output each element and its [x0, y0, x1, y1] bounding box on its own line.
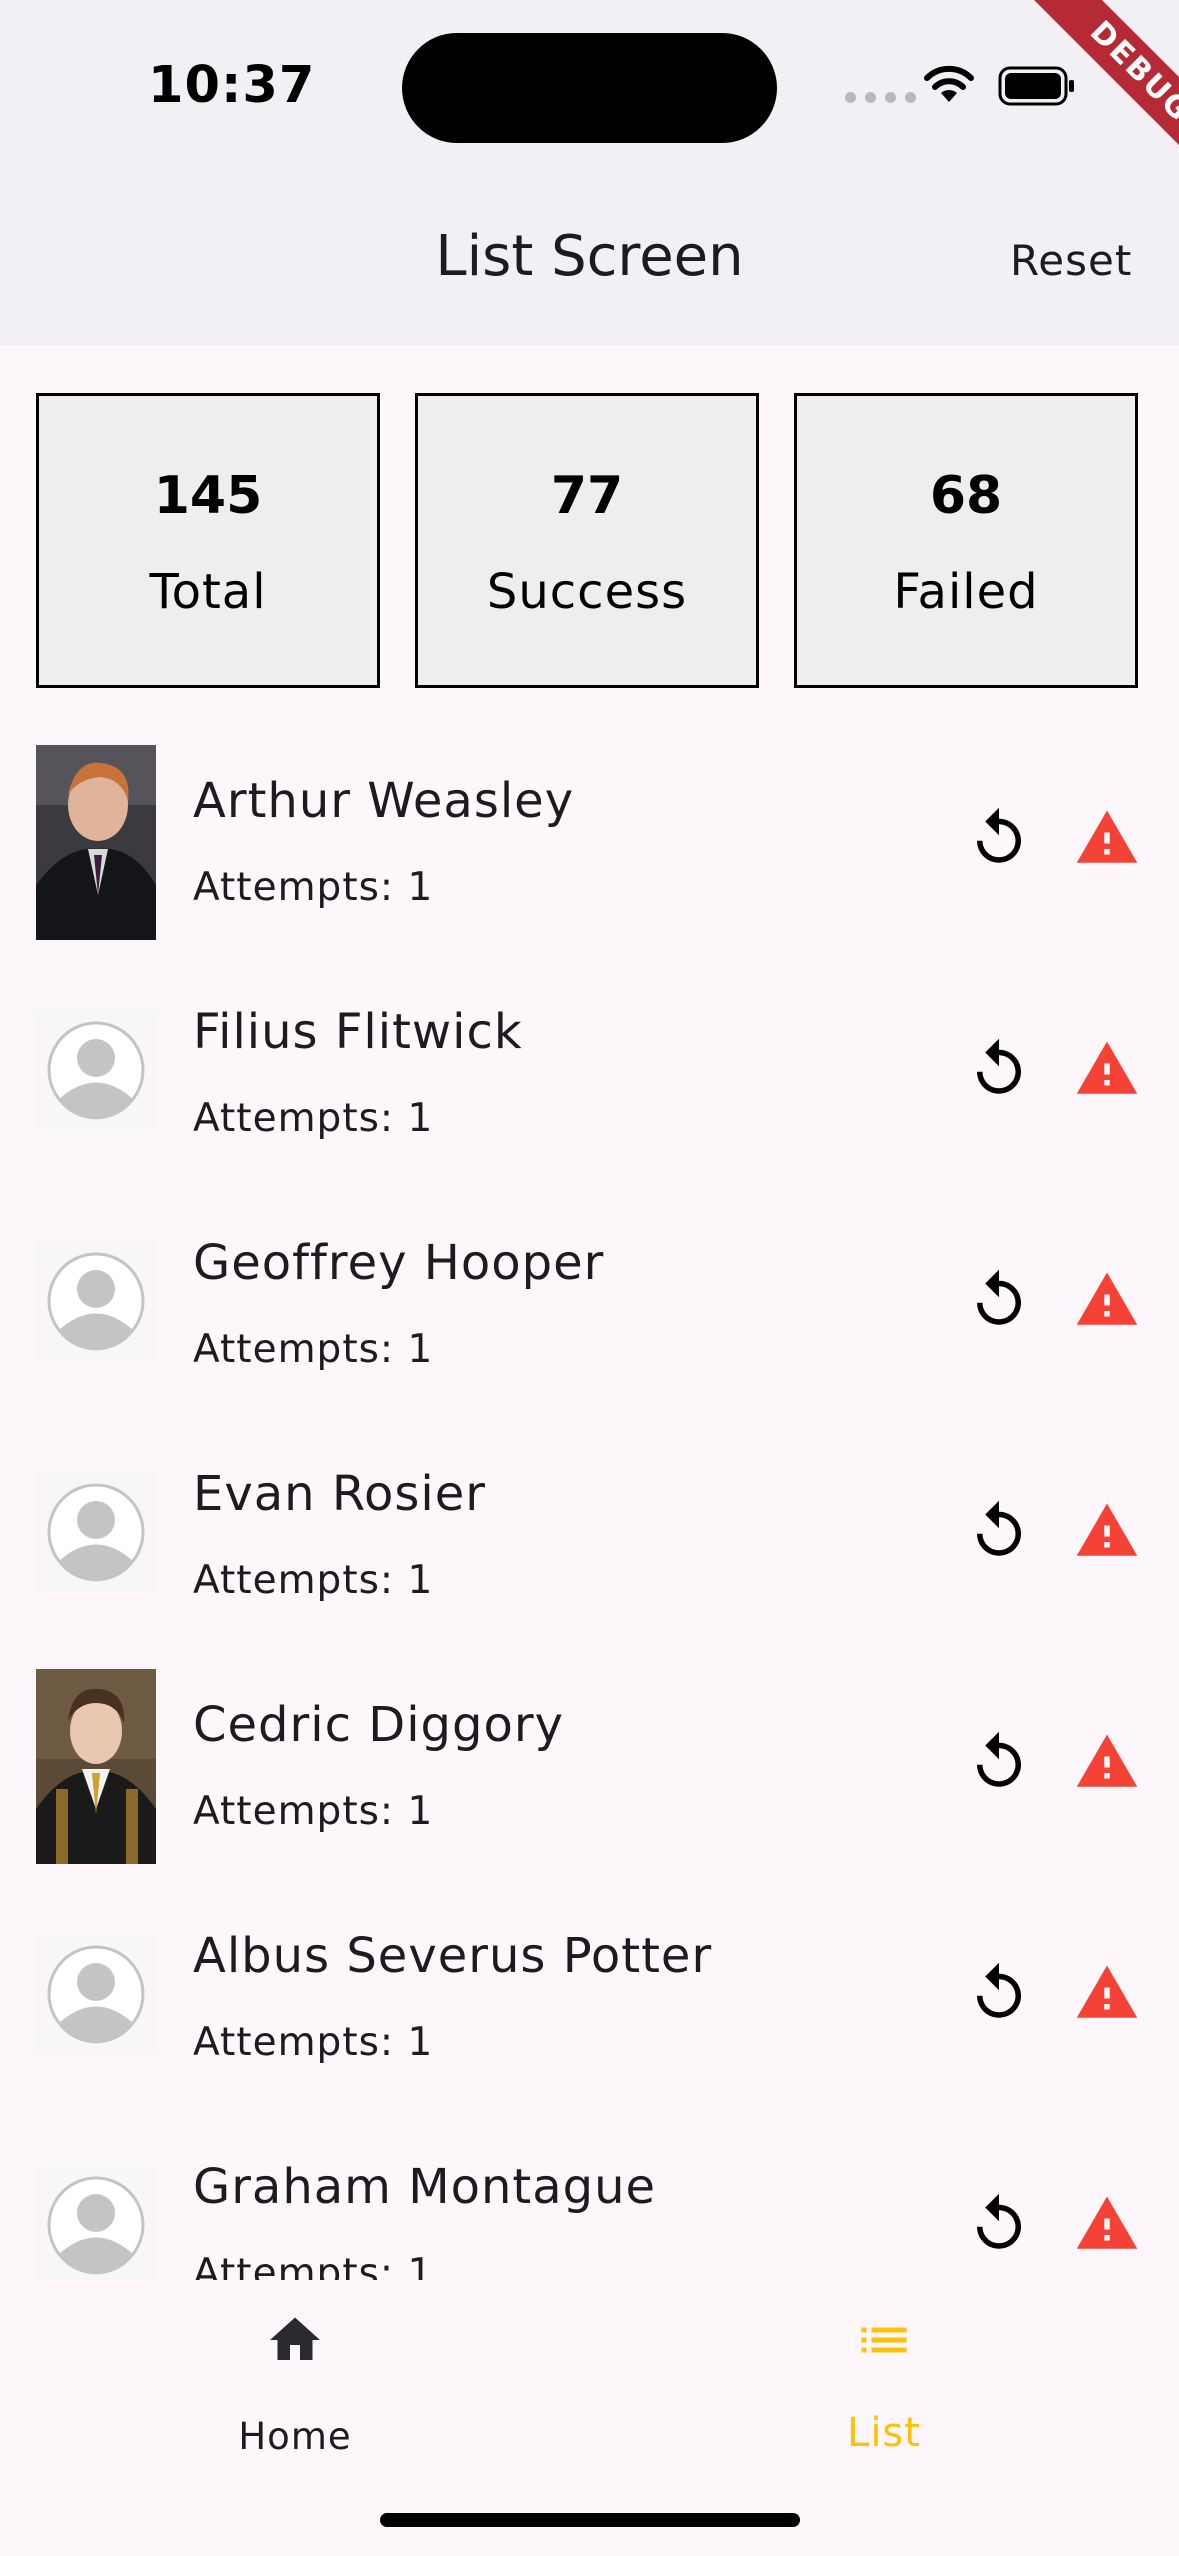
dynamic-island — [402, 33, 777, 143]
warning-icon — [1076, 810, 1138, 863]
stat-value: 68 — [929, 466, 1003, 526]
person-placeholder-icon — [47, 1945, 145, 2044]
home-icon — [270, 2317, 320, 2360]
nav-item-list[interactable]: List — [784, 2310, 984, 2460]
list-item[interactable]: Albus Severus Potter Attempts: 1 — [0, 1890, 1179, 2121]
list-item-name: Evan Rosier — [193, 1466, 486, 1522]
stat-card-total: 145 Total — [36, 393, 380, 688]
list-icon — [861, 2327, 907, 2353]
wifi-icon — [924, 65, 974, 102]
warning-icon — [1076, 1734, 1138, 1787]
avatar — [36, 745, 156, 940]
list-item-name: Albus Severus Potter — [193, 1928, 713, 1984]
avatar — [36, 1669, 156, 1864]
avatar — [36, 1010, 156, 1130]
list-item-attempts: Attempts: 1 — [193, 2251, 434, 2280]
list-item-attempts: Attempts: 1 — [193, 1327, 434, 1372]
warning-icon — [1076, 1503, 1138, 1556]
retry-icon[interactable] — [966, 2191, 1032, 2257]
list-item[interactable]: Evan Rosier Attempts: 1 — [0, 1428, 1179, 1659]
warning-icon — [1076, 2196, 1138, 2249]
cellular-signal-icon — [845, 92, 916, 103]
person-placeholder-icon — [47, 2176, 145, 2275]
stat-value: 145 — [153, 466, 263, 526]
list-item-name: Cedric Diggory — [193, 1697, 564, 1753]
person-placeholder-icon — [47, 1252, 145, 1351]
stat-label: Total — [149, 564, 267, 620]
retry-icon[interactable] — [966, 1267, 1032, 1333]
list-item-attempts: Attempts: 1 — [193, 1096, 434, 1141]
retry-icon[interactable] — [966, 1498, 1032, 1564]
stat-card-success: 77 Success — [415, 393, 759, 688]
stat-label: Success — [486, 564, 688, 620]
list-item[interactable]: Filius Flitwick Attempts: 1 — [0, 966, 1179, 1197]
nav-label-home: Home — [238, 2415, 352, 2458]
debug-banner: DEBUG — [1000, 0, 1179, 179]
retry-icon[interactable] — [966, 1036, 1032, 1102]
stat-value: 77 — [550, 466, 624, 526]
list-item[interactable]: Arthur Weasley Attempts: 1 — [0, 735, 1179, 966]
list-item-attempts: Attempts: 1 — [193, 865, 434, 910]
warning-icon — [1076, 1272, 1138, 1325]
reset-button[interactable]: Reset — [1010, 236, 1132, 285]
list-item-attempts: Attempts: 1 — [193, 2020, 434, 2065]
list-item[interactable]: Geoffrey Hooper Attempts: 1 — [0, 1197, 1179, 1428]
list-item-name: Arthur Weasley — [193, 773, 575, 829]
stat-card-failed: 68 Failed — [794, 393, 1138, 688]
stat-label: Failed — [893, 564, 1039, 620]
nav-label-list: List — [847, 2410, 921, 2456]
retry-icon[interactable] — [966, 1729, 1032, 1795]
list-item[interactable]: Graham Montague Attempts: 1 — [0, 2121, 1179, 2280]
warning-icon — [1076, 1041, 1138, 1094]
retry-icon[interactable] — [966, 805, 1032, 871]
home-indicator[interactable] — [380, 2513, 800, 2527]
avatar — [36, 1472, 156, 1592]
list-item-name: Graham Montague — [193, 2159, 657, 2215]
character-list[interactable]: Arthur Weasley Attempts: 1 Filius Flitwi… — [0, 735, 1179, 2280]
person-placeholder-icon — [47, 1021, 145, 1120]
list-item[interactable]: Cedric Diggory Attempts: 1 — [0, 1659, 1179, 1890]
app-bar: 10:37 DEBUG List Screen Reset — [0, 0, 1179, 345]
list-item-attempts: Attempts: 1 — [193, 1789, 434, 1834]
person-placeholder-icon — [47, 1483, 145, 1582]
avatar — [36, 1934, 156, 2054]
list-item-attempts: Attempts: 1 — [193, 1558, 434, 1603]
list-item-name: Geoffrey Hooper — [193, 1235, 605, 1291]
avatar — [36, 1241, 156, 1361]
status-time: 10:37 — [148, 56, 316, 115]
warning-icon — [1076, 1965, 1138, 2018]
nav-item-home[interactable]: Home — [195, 2310, 395, 2460]
avatar — [36, 2165, 156, 2280]
list-item-name: Filius Flitwick — [193, 1004, 523, 1060]
retry-icon[interactable] — [966, 1960, 1032, 2026]
page-title: List Screen — [435, 224, 744, 289]
